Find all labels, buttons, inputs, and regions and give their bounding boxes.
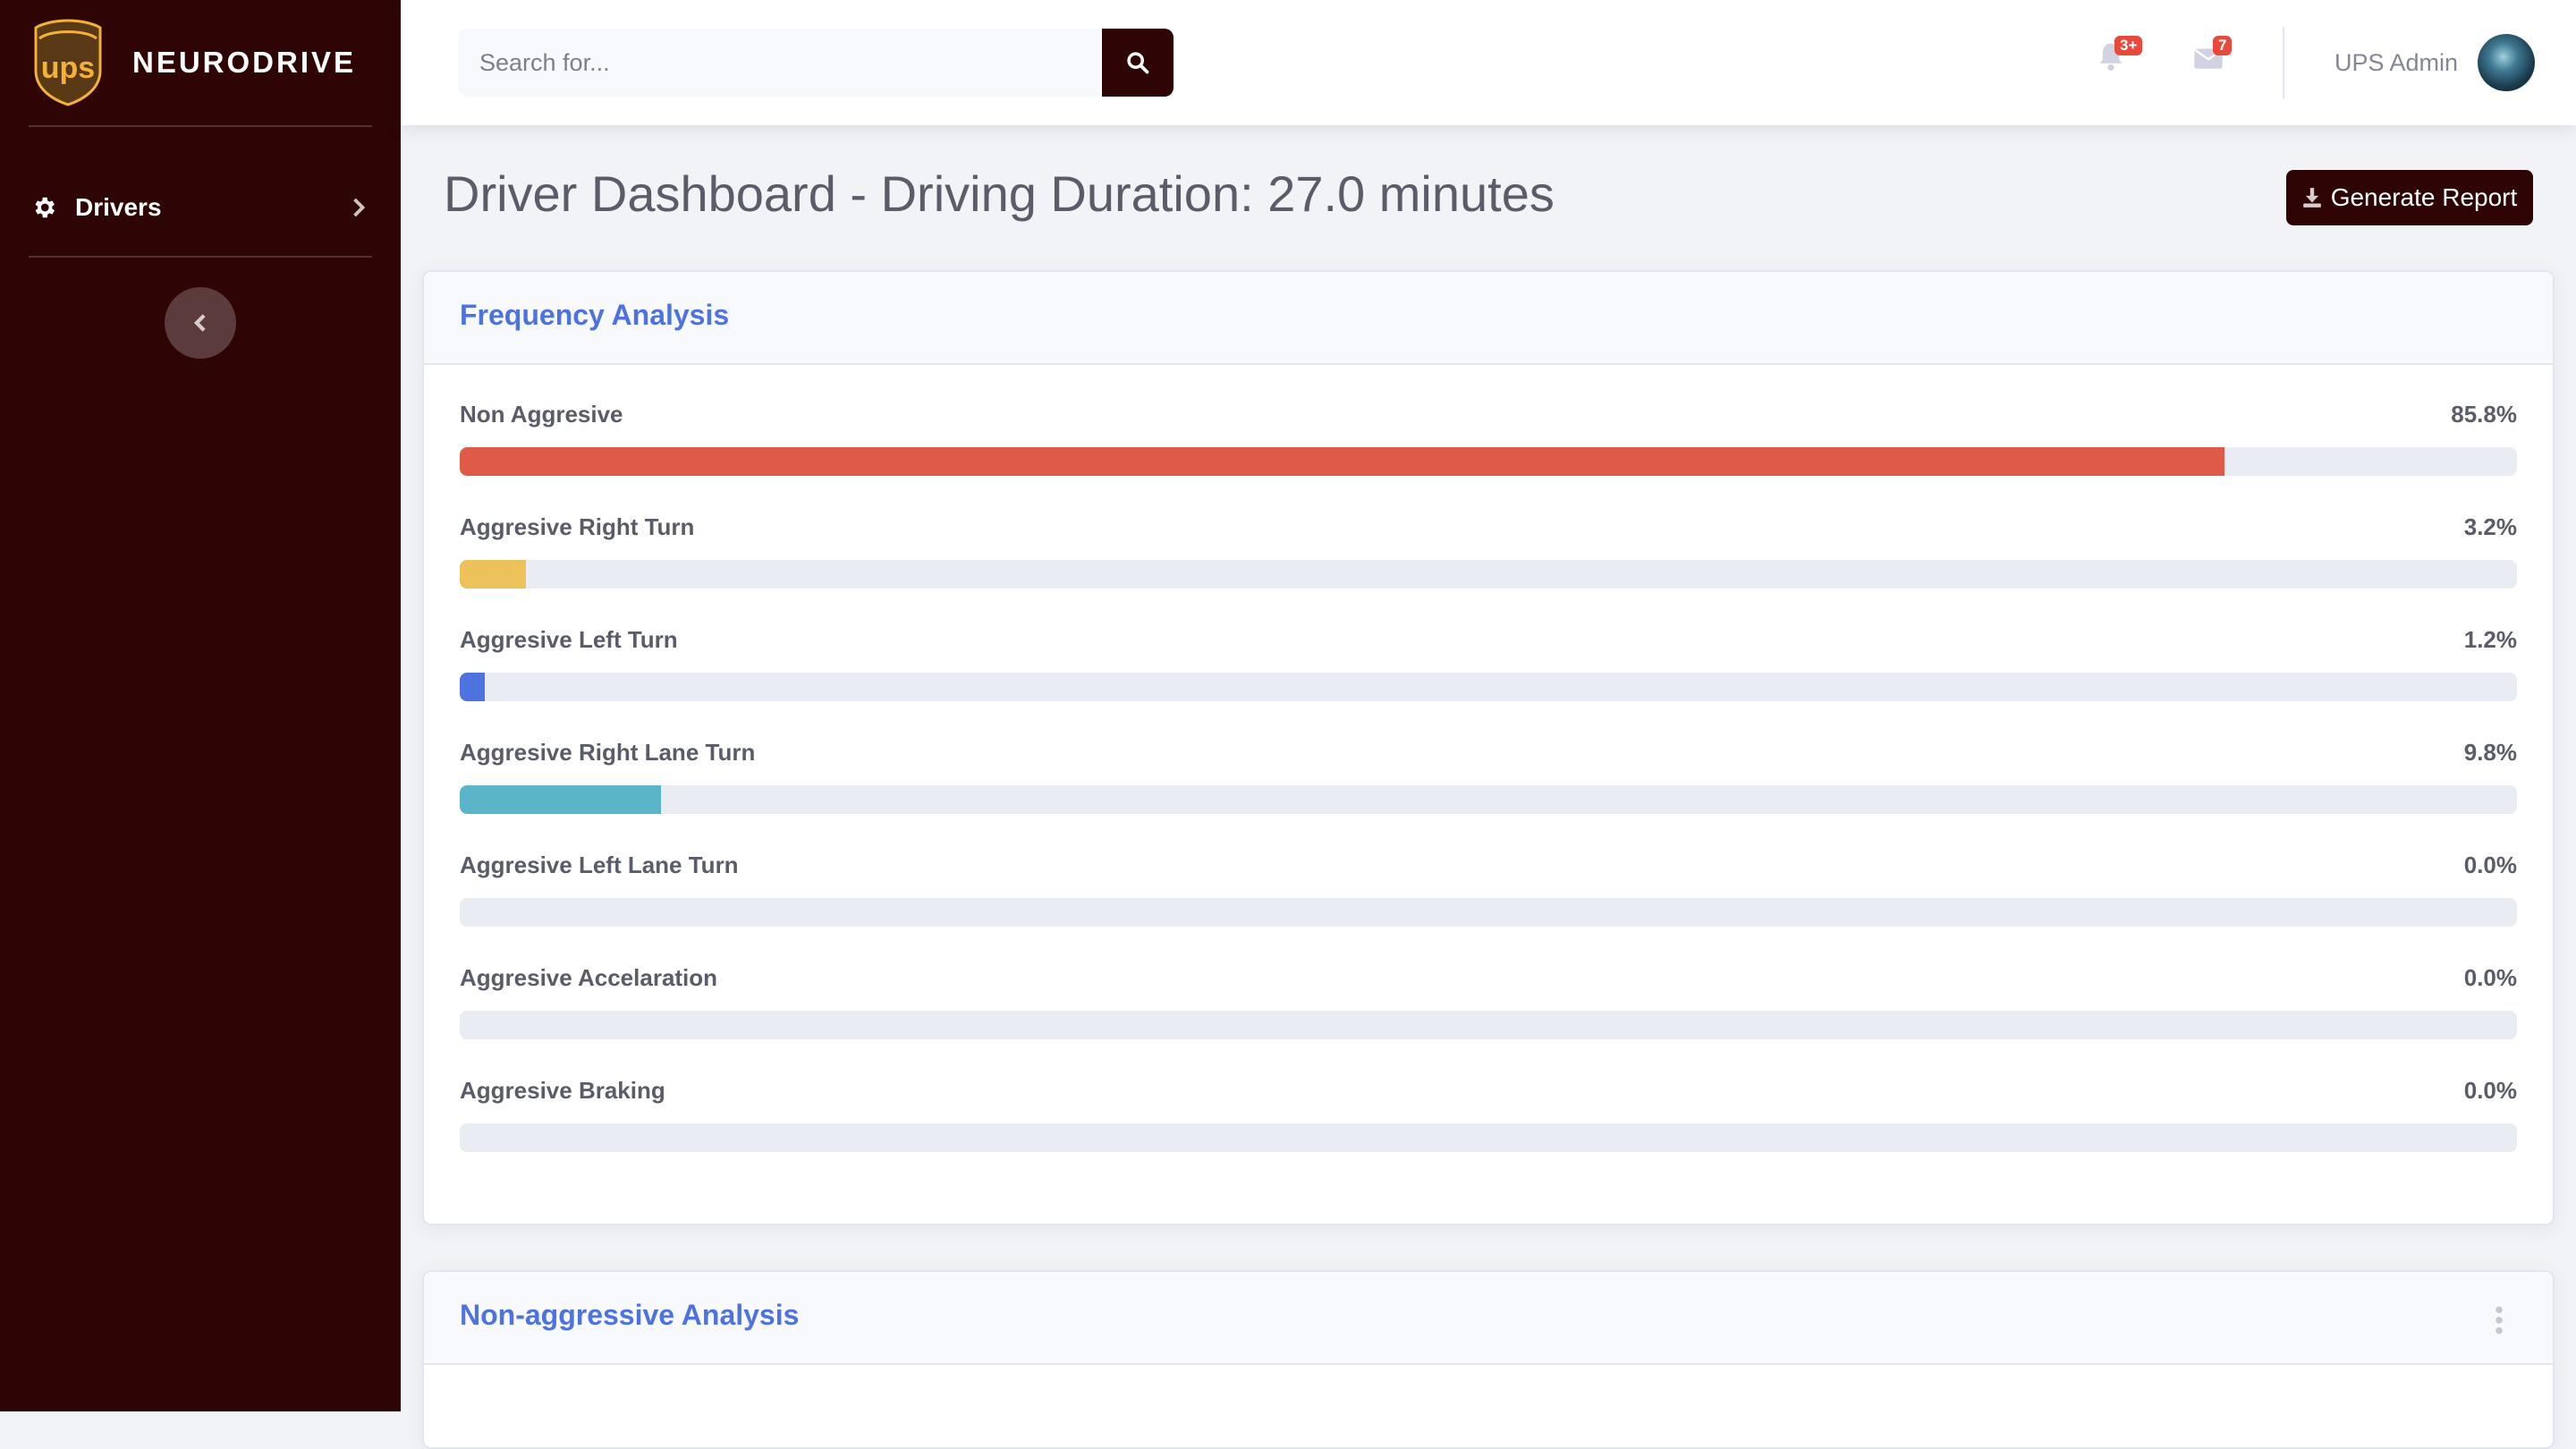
sidebar-divider xyxy=(29,125,372,127)
sidebar: ups NEURODRIVE Drivers xyxy=(0,0,401,1411)
chevron-left-icon xyxy=(193,314,206,332)
search-input[interactable] xyxy=(458,29,1102,97)
sidebar-toggle-button[interactable] xyxy=(165,287,236,359)
more-options-icon[interactable] xyxy=(2494,1306,2504,1335)
download-icon xyxy=(2302,188,2321,208)
frequency-row: Aggresive Right Turn 3.2% xyxy=(460,513,2517,626)
alerts-badge: 3+ xyxy=(2114,36,2143,55)
messages-button[interactable]: 7 xyxy=(2193,36,2233,80)
user-menu[interactable]: UPS Admin xyxy=(2334,32,2536,93)
card-header: Frequency Analysis xyxy=(424,272,2553,365)
card-title: Non-aggressive Analysis xyxy=(460,1299,800,1331)
frequency-list: Non Aggresive 85.8% Aggresive Right Turn… xyxy=(424,365,2553,1190)
progress-track xyxy=(460,560,2517,589)
progress-track xyxy=(460,785,2517,814)
card-header: Non-aggressive Analysis xyxy=(424,1272,2553,1365)
progress-track xyxy=(460,1123,2517,1152)
row-value: 1.2% xyxy=(2463,626,2517,653)
row-value: 3.2% xyxy=(2463,513,2517,540)
row-label: Aggresive Left Turn xyxy=(460,626,678,653)
topbar-divider xyxy=(2283,27,2284,98)
frequency-row: Aggresive Accelaration 0.0% xyxy=(460,964,2517,1077)
row-value: 85.8% xyxy=(2451,401,2517,428)
sidebar-divider xyxy=(29,256,372,258)
generate-report-label: Generate Report xyxy=(2330,183,2518,211)
frequency-row: Aggresive Left Turn 1.2% xyxy=(460,626,2517,739)
row-value: 0.0% xyxy=(2463,964,2517,991)
progress-fill xyxy=(460,673,485,701)
messages-badge: 7 xyxy=(2213,36,2233,55)
search-icon xyxy=(1127,52,1149,74)
progress-track xyxy=(460,673,2517,701)
alerts-button[interactable]: 3+ xyxy=(2097,36,2143,80)
progress-fill xyxy=(460,447,2225,476)
user-name: UPS Admin xyxy=(2334,48,2459,76)
generate-report-button[interactable]: Generate Report xyxy=(2286,170,2533,225)
sidebar-item-drivers[interactable]: Drivers xyxy=(29,179,372,236)
chevron-right-icon xyxy=(353,198,366,217)
topbar: 3+ 7 UPS Admin xyxy=(401,0,2576,125)
row-label: Aggresive Right Lane Turn xyxy=(460,739,756,766)
frequency-row: Aggresive Left Lane Turn 0.0% xyxy=(460,852,2517,964)
frequency-row: Aggresive Right Lane Turn 9.8% xyxy=(460,739,2517,852)
sidebar-item-label: Drivers xyxy=(75,193,162,221)
row-label: Aggresive Left Lane Turn xyxy=(460,852,739,878)
gear-icon xyxy=(35,197,55,218)
row-label: Non Aggresive xyxy=(460,401,623,428)
non-aggressive-analysis-card: Non-aggressive Analysis xyxy=(422,1270,2555,1449)
progress-track xyxy=(460,898,2517,927)
progress-track xyxy=(460,1011,2517,1039)
frequency-row: Aggresive Braking 0.0% xyxy=(460,1077,2517,1190)
row-label: Aggresive Braking xyxy=(460,1077,665,1104)
svg-text:ups: ups xyxy=(41,51,95,85)
brand[interactable]: ups NEURODRIVE xyxy=(32,18,356,107)
progress-track xyxy=(460,447,2517,476)
row-value: 0.0% xyxy=(2463,1077,2517,1104)
search-bar xyxy=(458,29,1174,97)
brand-name: NEURODRIVE xyxy=(132,46,357,79)
row-label: Aggresive Right Turn xyxy=(460,513,695,540)
avatar xyxy=(2478,34,2536,91)
progress-fill xyxy=(460,560,526,589)
frequency-analysis-card: Frequency Analysis Non Aggresive 85.8% A… xyxy=(422,270,2555,1225)
frequency-row: Non Aggresive 85.8% xyxy=(460,401,2517,513)
page-title: Driver Dashboard - Driving Duration: 27.… xyxy=(444,165,1555,222)
progress-fill xyxy=(460,785,662,814)
search-button[interactable] xyxy=(1102,29,1174,97)
ups-logo-icon: ups xyxy=(34,19,102,106)
card-title: Frequency Analysis xyxy=(460,299,730,331)
row-value: 9.8% xyxy=(2463,739,2517,766)
row-label: Aggresive Accelaration xyxy=(460,964,718,991)
row-value: 0.0% xyxy=(2463,852,2517,878)
